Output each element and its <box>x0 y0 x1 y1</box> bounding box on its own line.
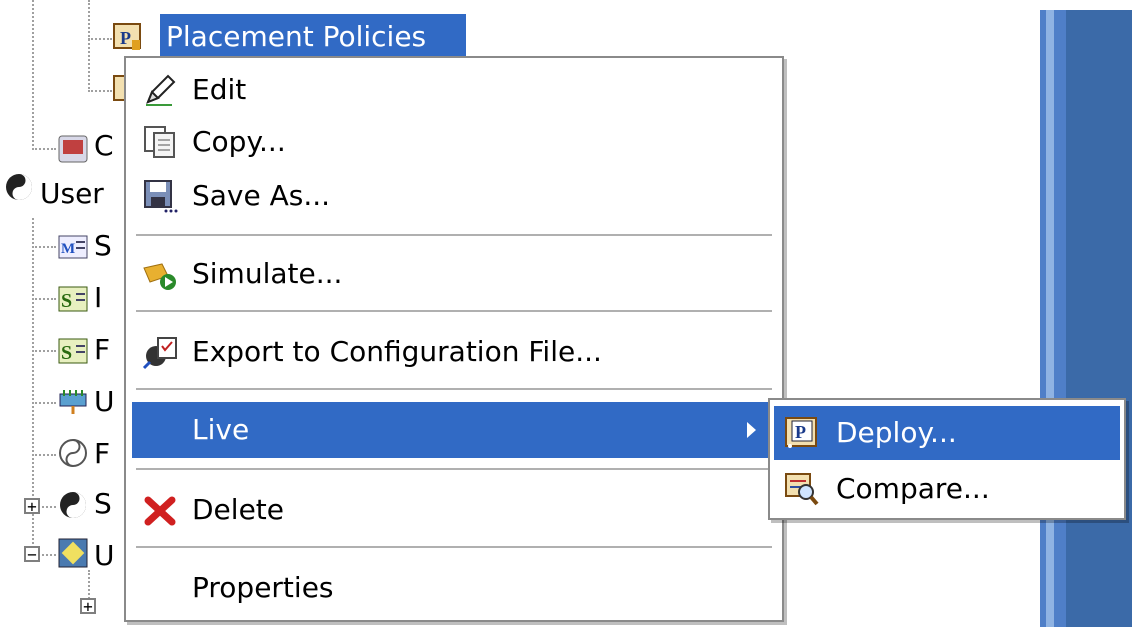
submenu-item-label: Compare... <box>836 472 990 505</box>
tree-node-placement-policies[interactable]: Placement Policies <box>160 14 466 60</box>
delete-icon <box>142 492 178 528</box>
menu-item-label: Save As... <box>192 179 331 212</box>
pane-border <box>1046 10 1054 627</box>
tree-guide-line <box>42 506 56 508</box>
m-document-icon[interactable]: M <box>58 232 88 262</box>
menu-separator <box>136 388 772 390</box>
tree-guide-line <box>32 148 56 150</box>
expand-toggle[interactable]: + <box>80 598 96 615</box>
tree-label-fragment[interactable]: U <box>94 536 115 576</box>
right-pane-content <box>1066 10 1132 627</box>
submenu-item-deploy[interactable]: P Deploy... <box>774 406 1120 460</box>
s-document-icon[interactable]: S <box>58 336 88 366</box>
submenu-item-label: Deploy... <box>836 416 957 449</box>
submenu-item-compare[interactable]: Compare... <box>774 462 1120 516</box>
svg-text:P: P <box>795 422 806 442</box>
container-icon[interactable] <box>58 538 88 568</box>
menu-item-label: Delete <box>192 493 284 526</box>
tree-label-fragment[interactable]: F <box>94 434 110 474</box>
menu-item-properties[interactable]: Properties <box>132 564 776 612</box>
tree-guide-line <box>32 402 56 404</box>
menu-item-save-as[interactable]: Save As... <box>132 172 776 220</box>
tree-label-fragment[interactable]: S <box>94 484 112 524</box>
menu-separator <box>136 310 772 312</box>
menu-separator <box>136 546 772 548</box>
display-icon[interactable] <box>58 134 88 164</box>
tree-guide-line <box>42 554 56 556</box>
yin-yang-icon[interactable] <box>4 172 34 202</box>
tree-label-fragment[interactable]: C <box>94 126 114 166</box>
pane-border <box>1054 10 1066 627</box>
deploy-policy-icon: P <box>784 416 820 450</box>
menu-item-delete[interactable]: Delete <box>132 486 776 534</box>
tree-label-fragment[interactable]: F <box>94 330 110 370</box>
svg-text:S: S <box>61 342 72 364</box>
tree-guide-line <box>32 350 56 352</box>
svg-text:P: P <box>120 28 131 48</box>
menu-item-label: Live <box>192 413 250 446</box>
tree-label-fragment[interactable]: User <box>40 174 104 214</box>
s-document-icon[interactable]: S <box>58 284 88 314</box>
menu-separator <box>136 234 772 236</box>
network-icon[interactable] <box>58 386 88 416</box>
expand-toggle[interactable]: + <box>24 498 40 515</box>
tree-guide-line <box>88 38 112 40</box>
tree-label-fragment[interactable]: I <box>94 278 102 318</box>
menu-item-edit[interactable]: Edit <box>132 66 776 114</box>
compare-icon <box>784 472 820 506</box>
policy-icon[interactable]: P <box>112 22 142 52</box>
save-icon <box>142 178 178 214</box>
menu-item-label: Export to Configuration File... <box>192 335 602 368</box>
copy-icon <box>142 124 178 160</box>
simulate-icon <box>142 256 178 292</box>
menu-item-live[interactable]: Live <box>132 402 776 458</box>
tree-label-fragment[interactable]: U <box>94 382 115 422</box>
yin-yang-icon[interactable] <box>58 490 88 520</box>
tree-guide-line <box>32 0 34 150</box>
menu-item-simulate[interactable]: Simulate... <box>132 250 776 298</box>
pencil-icon <box>142 72 178 108</box>
tree-guide-line <box>32 454 56 456</box>
menu-item-label: Simulate... <box>192 257 343 290</box>
export-icon <box>142 334 178 370</box>
yin-yang-outline-icon[interactable] <box>58 438 88 468</box>
menu-item-label: Properties <box>192 571 334 604</box>
menu-item-copy[interactable]: Copy... <box>132 118 776 166</box>
tree-guide-line <box>88 0 90 92</box>
tree-guide-line <box>88 90 112 92</box>
tree-guide-line <box>32 298 56 300</box>
svg-text:M: M <box>61 241 75 257</box>
submenu-arrow-icon <box>747 422 756 438</box>
collapse-toggle[interactable]: − <box>24 546 40 563</box>
menu-item-label: Copy... <box>192 125 286 158</box>
context-menu: Edit Copy... Save As... Simulate... Expo… <box>124 56 784 622</box>
menu-item-label: Edit <box>192 73 247 106</box>
live-submenu: P Deploy... Compare... <box>768 398 1126 520</box>
menu-item-export[interactable]: Export to Configuration File... <box>132 328 776 376</box>
tree-label-fragment[interactable]: S <box>94 226 112 266</box>
menu-separator <box>136 468 772 470</box>
tree-guide-line <box>32 246 56 248</box>
svg-text:S: S <box>61 290 72 312</box>
